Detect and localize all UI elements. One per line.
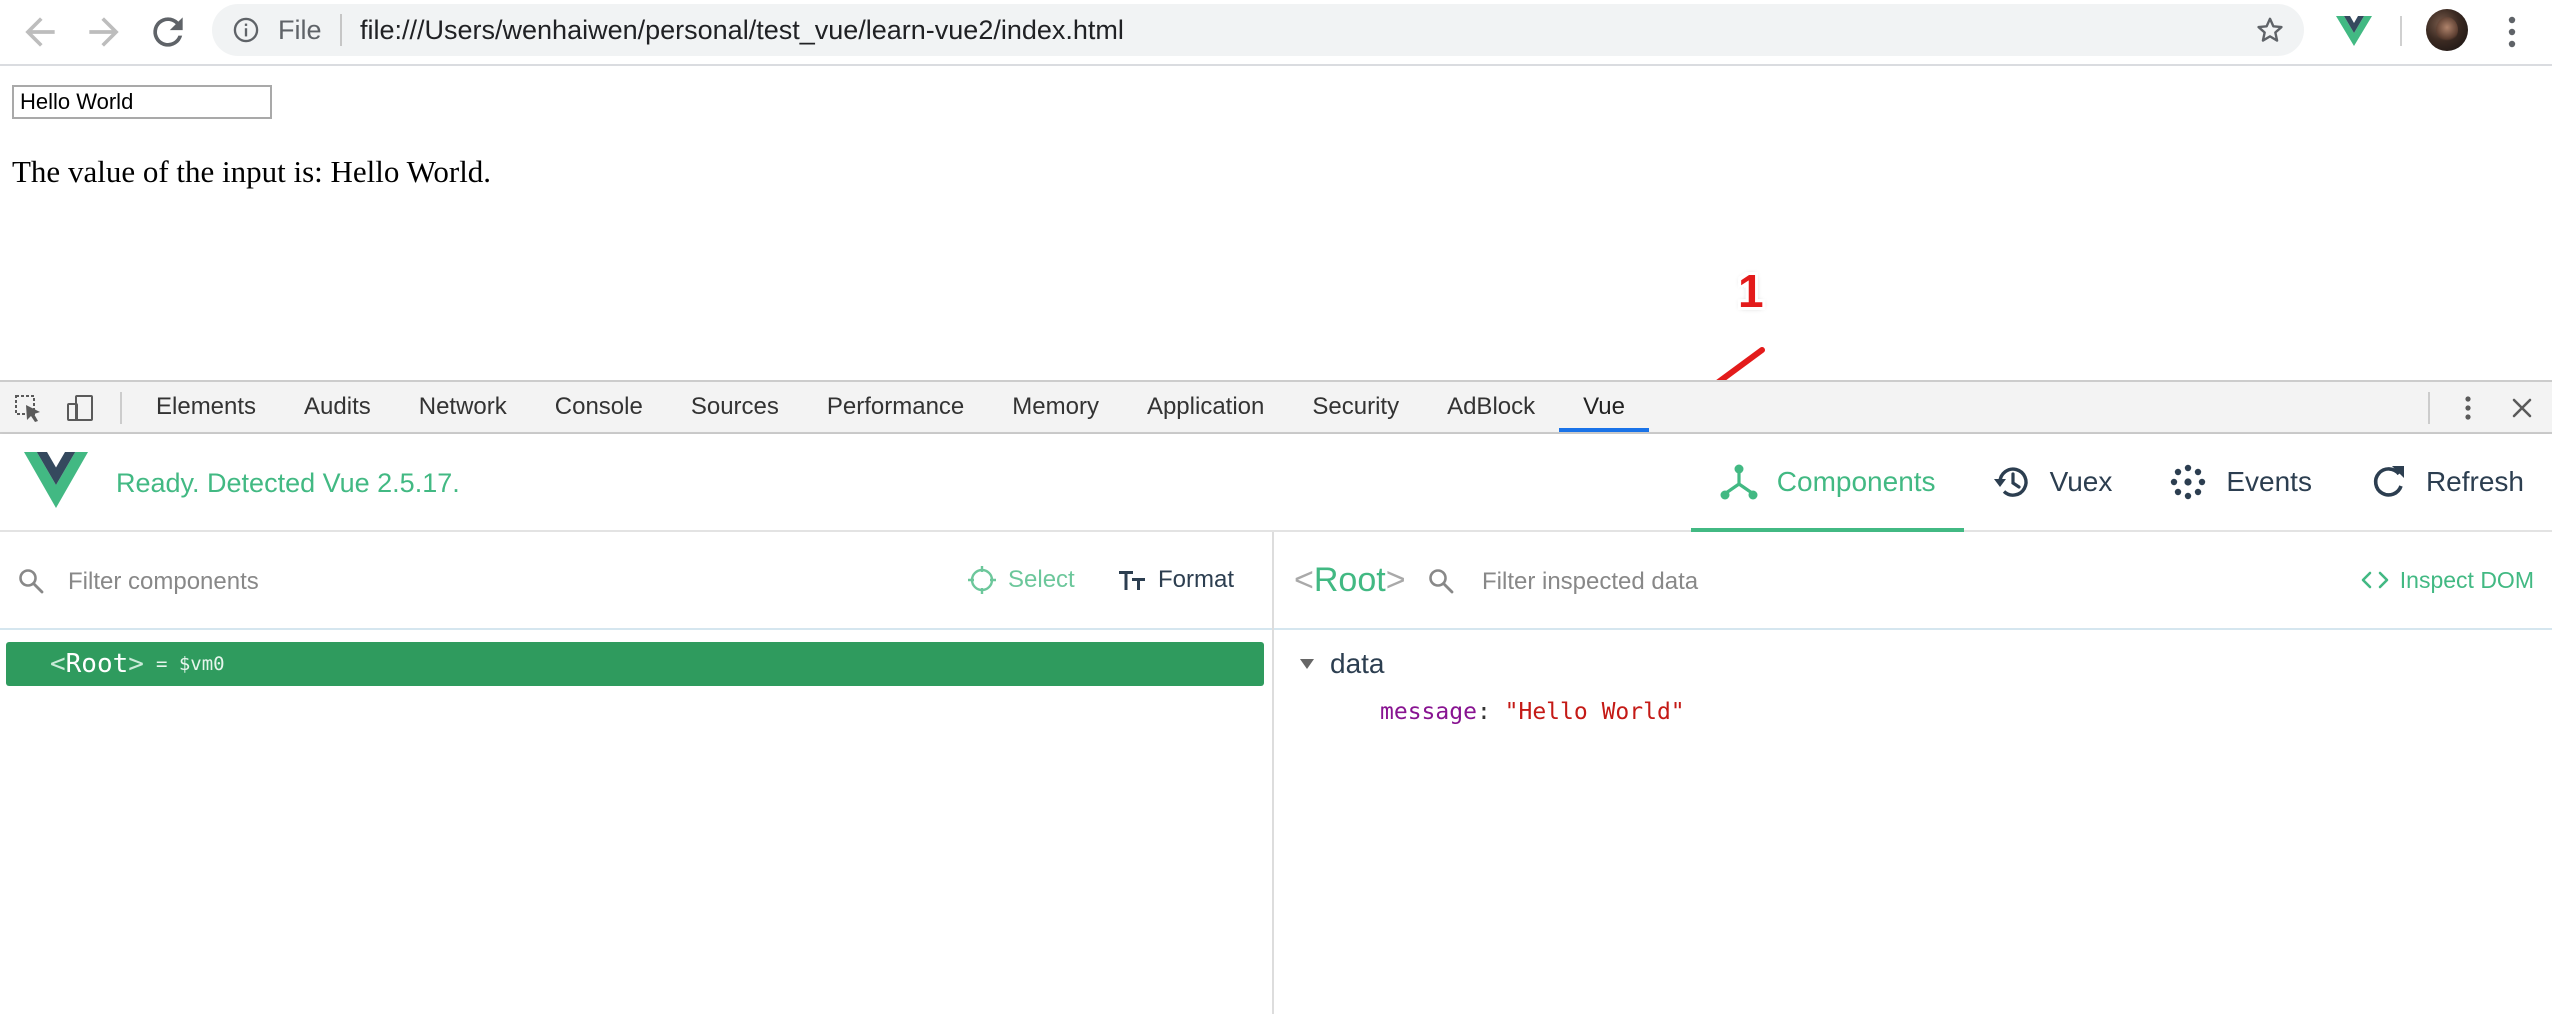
data-property-row[interactable]: message: "Hello World"	[1380, 692, 1685, 732]
property-key: message	[1380, 699, 1477, 725]
property-value: "Hello World"	[1504, 699, 1685, 725]
arrow-right-icon	[89, 17, 119, 47]
tab-components-label: Components	[1776, 466, 1936, 497]
component-tree-item-root[interactable]: <Root> = $vm0	[6, 642, 1264, 686]
components-toolbar: Select Format	[0, 532, 1272, 630]
vue-logo-icon	[24, 452, 88, 508]
text-format-icon	[1119, 571, 1145, 590]
search-icon	[1429, 569, 1454, 594]
refresh-button[interactable]: Refresh	[2340, 434, 2552, 530]
tab-components[interactable]: Components	[1690, 434, 1964, 532]
crosshair-icon	[968, 566, 996, 594]
tab-adblock[interactable]: AdBlock	[1423, 382, 1559, 432]
tab-console[interactable]: Console	[531, 382, 667, 432]
inspect-element-icon[interactable]	[12, 392, 44, 424]
inspect-dom-label: Inspect DOM	[2399, 566, 2534, 593]
omnibox-divider	[340, 14, 342, 46]
code-brackets-icon	[2361, 571, 2389, 589]
annotation-number-1: 1	[1738, 265, 1764, 317]
devtools-divider	[120, 392, 122, 424]
format-button[interactable]: Format	[1116, 558, 1234, 602]
vue-status-text: Ready. Detected Vue 2.5.17.	[116, 468, 460, 498]
tab-sources[interactable]: Sources	[667, 382, 803, 432]
arrow-left-icon	[25, 17, 55, 47]
vue-nav: Components Vuex Events Refresh	[1690, 434, 2552, 532]
component-ref: = $vm0	[155, 653, 225, 675]
inspector-pane: <Root> Inspect DOM data message: "Hello …	[1274, 532, 2552, 1014]
url-text[interactable]: file:///Users/wenhaiwen/personal/test_vu…	[360, 16, 1124, 44]
tab-memory[interactable]: Memory	[988, 382, 1123, 432]
component-name: <Root>	[50, 649, 144, 679]
bookmark-star-icon[interactable]	[2254, 14, 2286, 46]
message-input[interactable]	[12, 85, 272, 119]
avatar[interactable]	[2426, 9, 2468, 51]
data-section-label: data	[1330, 648, 1385, 679]
select-button[interactable]: Select	[966, 558, 1075, 602]
browser-toolbar: File file:///Users/wenhaiwen/personal/te…	[0, 0, 2552, 66]
tab-vuex-label: Vuex	[2049, 466, 2113, 497]
more-vertical-icon[interactable]	[2504, 12, 2520, 52]
events-icon	[2171, 464, 2206, 500]
search-icon	[19, 569, 44, 594]
tab-audits[interactable]: Audits	[280, 382, 395, 432]
inspected-component-name: Root	[1313, 561, 1386, 599]
caret-down-icon	[1300, 659, 1314, 669]
devtools-menu-icon[interactable]	[2460, 392, 2476, 424]
data-section: data message: "Hello World"	[1298, 644, 1685, 725]
inspected-component-title: <Root>	[1294, 561, 1406, 599]
devtools-divider	[2428, 392, 2430, 424]
data-section-toggle[interactable]: data	[1298, 644, 1385, 684]
vue-devtools-header: Ready. Detected Vue 2.5.17. Components V…	[0, 434, 2552, 532]
tab-elements[interactable]: Elements	[132, 382, 280, 432]
tab-vuex[interactable]: Vuex	[1964, 434, 2141, 530]
filter-components-input[interactable]	[66, 560, 870, 604]
format-label: Format	[1158, 566, 1235, 593]
scheme-label: File	[278, 15, 322, 45]
inspector-toolbar: <Root> Inspect DOM	[1274, 532, 2552, 630]
tab-network[interactable]: Network	[395, 382, 531, 432]
refresh-label: Refresh	[2425, 466, 2524, 497]
device-toolbar-icon[interactable]	[64, 392, 96, 424]
reload-button[interactable]	[146, 10, 190, 54]
reload-icon	[153, 17, 183, 47]
devtools-tab-bar: Elements Audits Network Console Sources …	[0, 380, 2552, 434]
close-icon[interactable]	[2508, 394, 2536, 422]
toolbar-divider	[2400, 16, 2402, 46]
inspect-dom-button[interactable]: Inspect DOM	[2360, 558, 2534, 602]
back-button[interactable]	[18, 10, 62, 54]
components-pane: Select Format <Root> = $vm0	[0, 532, 1274, 1014]
address-bar[interactable]: File file:///Users/wenhaiwen/personal/te…	[212, 4, 2304, 56]
property-colon: :	[1476, 699, 1505, 725]
info-icon[interactable]	[232, 16, 260, 44]
select-label: Select	[1008, 566, 1075, 593]
tab-vue[interactable]: Vue	[1559, 382, 1649, 432]
history-icon	[1993, 467, 2028, 497]
filter-inspected-data-input[interactable]	[1480, 560, 2084, 604]
tab-events-label: Events	[2226, 466, 2312, 497]
tab-application[interactable]: Application	[1123, 382, 1288, 432]
output-text: The value of the input is: Hello World.	[12, 154, 492, 189]
component-name-text: Root	[65, 649, 129, 679]
devtools-tabs: Elements Audits Network Console Sources …	[132, 382, 1649, 432]
tab-events[interactable]: Events	[2140, 434, 2340, 530]
vue-devtools-extension-icon[interactable]	[2336, 12, 2372, 48]
tab-performance[interactable]: Performance	[803, 382, 988, 432]
refresh-icon	[2373, 466, 2404, 497]
components-icon	[1720, 464, 1758, 500]
tab-security[interactable]: Security	[1288, 382, 1423, 432]
forward-button[interactable]	[82, 10, 126, 54]
